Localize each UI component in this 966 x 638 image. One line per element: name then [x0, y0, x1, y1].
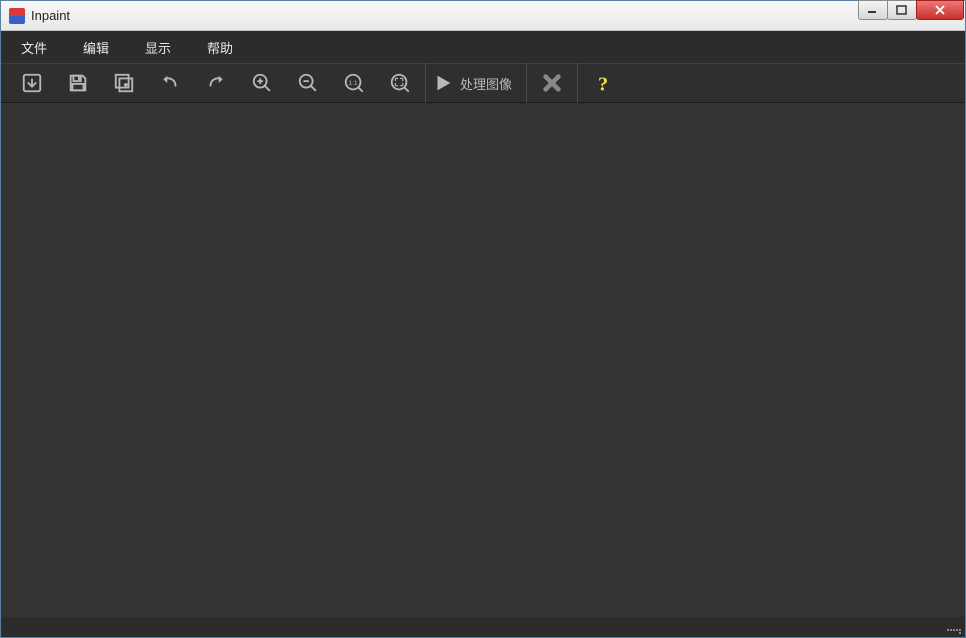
menu-view[interactable]: 显示	[133, 32, 195, 63]
batch-icon	[113, 72, 135, 94]
window-title: Inpaint	[31, 8, 859, 23]
toolbar-separator	[425, 63, 426, 103]
app-body: 文件 编辑 显示 帮助	[1, 31, 965, 637]
redo-icon	[205, 72, 227, 94]
process-button[interactable]: 处理图像	[428, 63, 524, 103]
help-button[interactable]: ?	[580, 63, 626, 103]
maximize-button[interactable]	[887, 0, 917, 20]
menu-file[interactable]: 文件	[9, 32, 71, 63]
zoom-in-button[interactable]	[239, 63, 285, 103]
help-icon: ?	[592, 72, 614, 94]
zoom-out-button[interactable]	[285, 63, 331, 103]
save-icon	[67, 72, 89, 94]
menu-edit[interactable]: 编辑	[71, 32, 133, 63]
minimize-button[interactable]	[858, 0, 888, 20]
resize-grip[interactable]	[947, 620, 961, 634]
toolbar-separator	[526, 63, 527, 103]
app-window: Inpaint 文件 编辑 显示 帮助	[0, 0, 966, 638]
close-icon	[541, 72, 563, 94]
open-icon	[21, 72, 43, 94]
zoom-fit-icon	[389, 72, 411, 94]
open-button[interactable]	[9, 63, 55, 103]
svg-text:?: ?	[598, 73, 608, 94]
undo-icon	[159, 72, 181, 94]
zoom-in-icon	[251, 72, 273, 94]
redo-button[interactable]	[193, 63, 239, 103]
play-icon	[432, 72, 454, 94]
titlebar: Inpaint	[1, 1, 965, 31]
canvas-area	[1, 103, 965, 617]
cancel-button[interactable]	[529, 63, 575, 103]
window-controls	[859, 1, 965, 30]
batch-button[interactable]	[101, 63, 147, 103]
undo-button[interactable]	[147, 63, 193, 103]
close-button[interactable]	[916, 0, 964, 20]
zoom-fit-button[interactable]	[377, 63, 423, 103]
zoom-out-icon	[297, 72, 319, 94]
process-label: 处理图像	[460, 74, 512, 93]
app-icon	[9, 8, 25, 24]
svg-text:1:1: 1:1	[349, 80, 358, 87]
menubar: 文件 编辑 显示 帮助	[1, 31, 965, 63]
toolbar: 1:1 处理图像	[1, 63, 965, 103]
save-button[interactable]	[55, 63, 101, 103]
statusbar	[1, 617, 965, 637]
zoom-actual-button[interactable]: 1:1	[331, 63, 377, 103]
toolbar-separator	[577, 63, 578, 103]
menu-help[interactable]: 帮助	[195, 32, 257, 63]
zoom-actual-icon: 1:1	[343, 72, 365, 94]
